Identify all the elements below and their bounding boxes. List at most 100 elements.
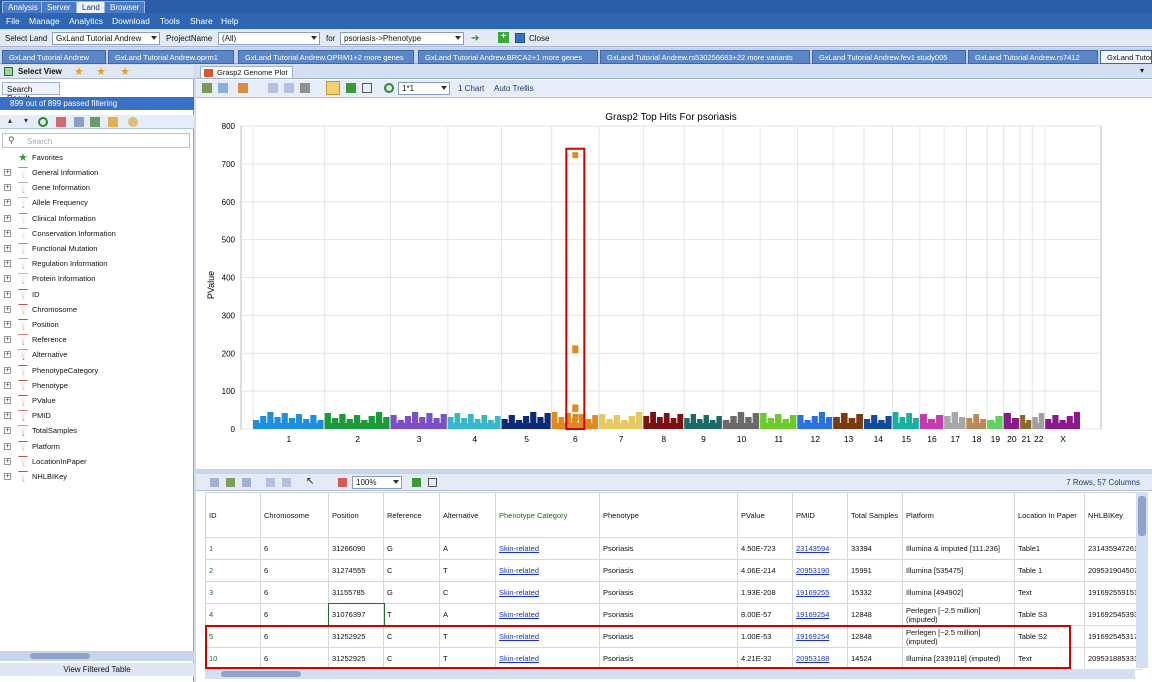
delete-icon[interactable]: [338, 478, 347, 487]
project-select[interactable]: (All): [218, 32, 320, 45]
image-icon[interactable]: [218, 83, 228, 93]
phenotype-category-link[interactable]: Skin-related: [499, 544, 539, 553]
column-header[interactable]: Location In Paper: [1014, 492, 1085, 538]
tree-item[interactable]: + Allele Frequency: [0, 196, 190, 211]
tree-item[interactable]: + Functional Mutation: [0, 242, 190, 257]
data-point[interactable]: [572, 152, 579, 159]
table-row[interactable]: 3 6 31155785 G C Skin-related Psoriasis 1.93E-2…: [205, 581, 1143, 604]
column-header[interactable]: Phenotype Category: [495, 492, 600, 538]
phenotype-category-link[interactable]: Skin-related: [499, 566, 539, 575]
tree-item[interactable]: + Alternative: [0, 348, 190, 363]
column-header[interactable]: NHLBIKey: [1083, 492, 1143, 538]
data-point[interactable]: [572, 413, 579, 420]
phenotype-category-link[interactable]: Skin-related: [499, 610, 539, 619]
expand-icon[interactable]: +: [4, 260, 11, 268]
table-scrollbar[interactable]: [1136, 492, 1148, 668]
menu-help[interactable]: Help: [221, 16, 238, 26]
view-filtered-table-button[interactable]: View Filtered Table: [0, 663, 194, 676]
tree-item[interactable]: + Regulation Information: [0, 257, 190, 272]
grid-icon-a[interactable]: [210, 478, 219, 487]
left-scrollbar[interactable]: [0, 651, 194, 661]
table-icon[interactable]: [74, 117, 84, 127]
grid-icon-b[interactable]: [226, 478, 235, 487]
column-header[interactable]: Platform: [902, 492, 1015, 538]
add-icon[interactable]: +: [498, 32, 509, 43]
one-chart-button[interactable]: 1 Chart: [458, 84, 484, 93]
select-view-button[interactable]: Select View: [18, 67, 62, 76]
column-header[interactable]: Position: [328, 492, 384, 538]
doc-tab-6[interactable]: GxLand Tutorial Andrew.rs7412: [968, 50, 1098, 64]
menu-tools[interactable]: Tools: [160, 16, 180, 26]
doc-tab-2[interactable]: GxLand Tutorial Andrew.OPRM1+2 more gene…: [238, 50, 414, 64]
tree-item[interactable]: + Conservation Information: [0, 227, 190, 242]
folder-icon[interactable]: [108, 117, 118, 127]
expand-icon[interactable]: +: [4, 245, 11, 252]
expand-icon[interactable]: +: [4, 336, 11, 344]
close-button[interactable]: Close: [529, 34, 549, 43]
column-header[interactable]: Phenotype: [599, 492, 738, 538]
data-point[interactable]: [572, 405, 579, 412]
pmid-link[interactable]: 19169255: [796, 588, 829, 597]
column-header[interactable]: PMID: [792, 492, 848, 538]
expand-icon[interactable]: +: [4, 169, 11, 176]
paste-icon[interactable]: [284, 83, 294, 93]
doc-tab-5[interactable]: GxLand Tutorial Andrew.fev1 study005: [812, 50, 966, 64]
copy-row-icon[interactable]: [266, 478, 275, 487]
expand-icon[interactable]: +: [4, 473, 11, 480]
paste-row-icon[interactable]: [282, 478, 291, 487]
column-header[interactable]: ID: [205, 492, 261, 538]
tree-item[interactable]: + PValue: [0, 394, 190, 409]
tree-item[interactable]: + Protein Information: [0, 272, 190, 287]
expand-icon[interactable]: +: [4, 321, 11, 328]
tree-item[interactable]: + Position: [0, 318, 190, 333]
expand-icon[interactable]: +: [4, 199, 11, 207]
pmid-link[interactable]: 19169254: [796, 610, 829, 619]
layout-icon[interactable]: [202, 83, 212, 93]
pmid-link[interactable]: 23143594: [796, 544, 829, 553]
tab-analysis[interactable]: Analysis: [2, 1, 44, 13]
tree-item[interactable]: + LocationInPaper: [0, 455, 190, 470]
expand-icon[interactable]: +: [4, 457, 11, 465]
table-row[interactable]: 1 6 31266090 G A Skin-related Psoriasis 4.50E-7…: [205, 537, 1143, 560]
star-manage-icon[interactable]: ★: [120, 65, 130, 78]
menu-file[interactable]: File: [6, 16, 20, 26]
star-add-icon[interactable]: ★: [74, 65, 84, 78]
tab-land[interactable]: Land: [76, 1, 106, 13]
tab-server[interactable]: Server: [41, 1, 77, 13]
search-input[interactable]: ⚲ Search: [2, 133, 190, 148]
doc-tab-4[interactable]: GxLand Tutorial Andrew.rs530256683+22 mo…: [600, 50, 810, 64]
expand-icon[interactable]: +: [4, 442, 11, 450]
go-arrow-icon[interactable]: ➔: [471, 33, 479, 44]
expand-icon[interactable]: +: [4, 214, 11, 222]
expand-icon[interactable]: +: [4, 275, 11, 283]
menu-download[interactable]: Download: [112, 16, 150, 26]
tree-item[interactable]: + Clinical Information: [0, 212, 190, 227]
tab-browser[interactable]: Browser: [104, 1, 146, 13]
menu-share[interactable]: Share: [190, 16, 213, 26]
expand-icon[interactable]: +: [4, 305, 11, 313]
cursor-icon[interactable]: ↖: [306, 476, 314, 487]
zoom-select[interactable]: 100%: [352, 476, 402, 489]
export-icon[interactable]: [90, 117, 100, 127]
tree-item[interactable]: + ID: [0, 288, 190, 303]
table-h-scrollbar[interactable]: [205, 669, 1135, 679]
doc-tab-7[interactable]: GxLand Tutori: [1100, 50, 1152, 64]
phenotype-category-link[interactable]: Skin-related: [499, 588, 539, 597]
tree-item[interactable]: + TotalSamples: [0, 424, 190, 439]
auto-trellis-button[interactable]: Auto Trellis: [494, 84, 534, 93]
fit-icon[interactable]: [362, 83, 372, 93]
collapse-icon[interactable]: ▴: [8, 116, 12, 125]
zoom-icon[interactable]: [346, 83, 356, 93]
tree-item[interactable]: + PMID: [0, 409, 190, 424]
genome-plot-chart[interactable]: Grasp2 Top Hits For psoriasis PValue 0 10…: [196, 99, 1152, 469]
tree-item[interactable]: + Chromosome: [0, 303, 190, 318]
zoom-in-icon[interactable]: [412, 478, 421, 487]
search-result-tab[interactable]: Search Result: [2, 82, 60, 103]
print-icon[interactable]: [300, 83, 310, 93]
data-point[interactable]: [572, 347, 579, 354]
copy-icon[interactable]: [268, 83, 278, 93]
refresh-icon[interactable]: [38, 117, 48, 127]
column-header[interactable]: PValue: [737, 492, 793, 538]
star-remove-icon[interactable]: ★: [96, 65, 106, 78]
expand-icon[interactable]: +: [4, 229, 11, 237]
